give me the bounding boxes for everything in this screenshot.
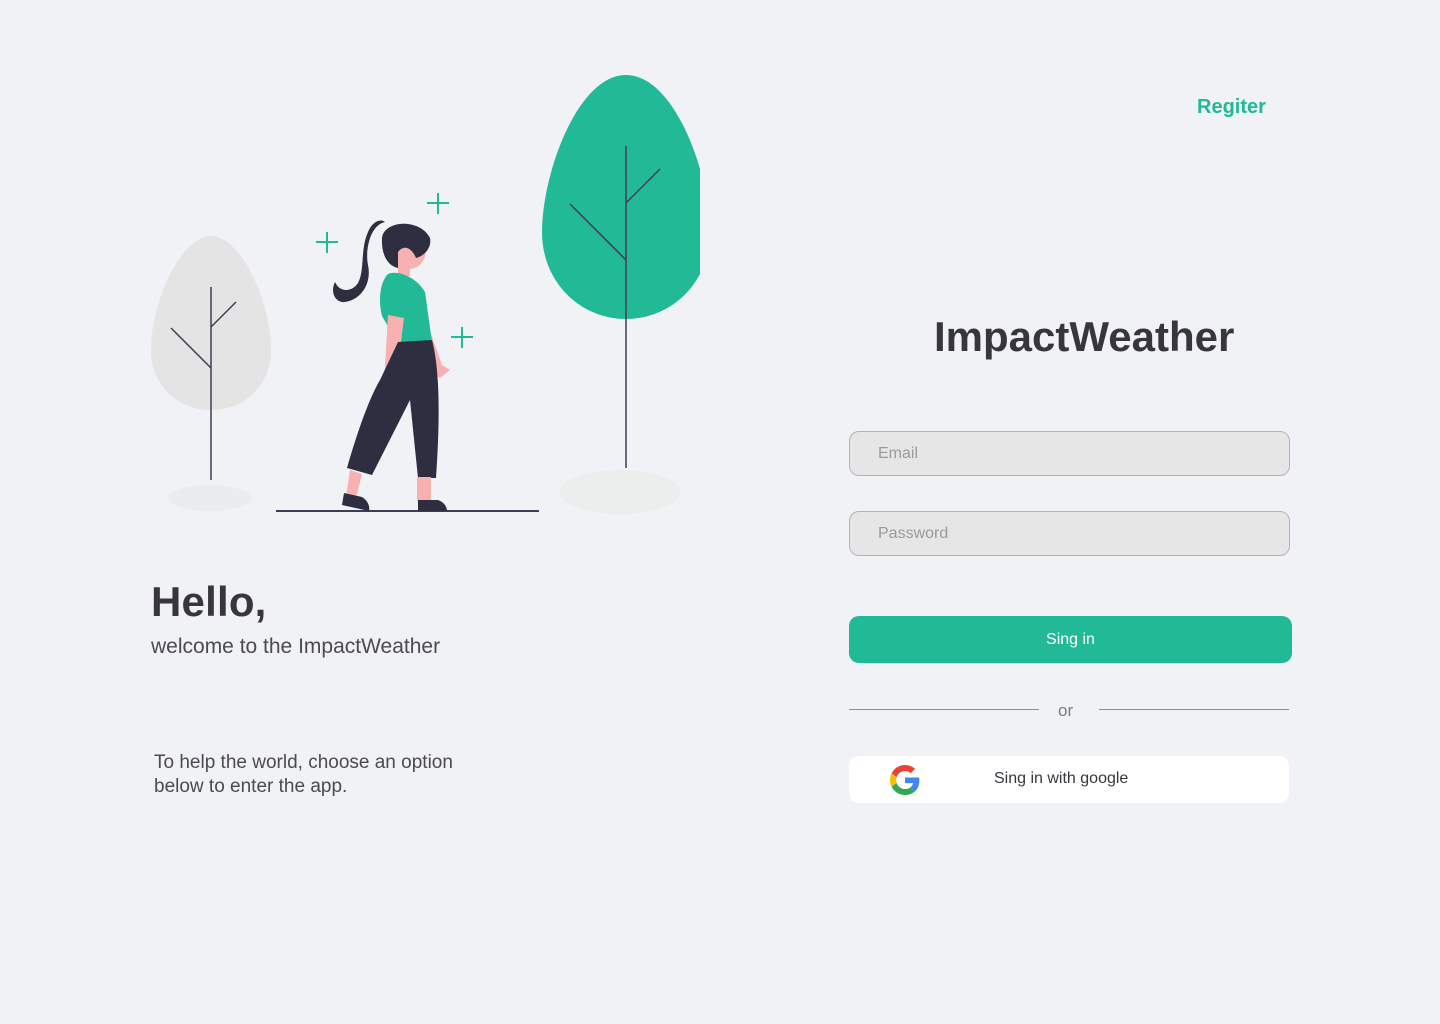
divider-or-label: or [1058,701,1074,720]
hello-heading: Hello, [151,578,267,625]
google-signin-button[interactable]: Sing in with google [849,756,1289,803]
email-field[interactable] [849,431,1290,476]
password-field[interactable] [849,511,1290,556]
divider-line-right [1099,709,1289,710]
woman-figure-icon [333,220,450,511]
register-link[interactable]: Regiter [1197,96,1266,119]
left-tree-shadow [168,485,252,511]
brand-title: ImpactWeather [934,313,1235,360]
google-signin-label: Sing in with google [994,770,1129,787]
welcome-subtitle: welcome to the ImpactWeather [151,635,441,658]
green-tree-icon [542,75,700,468]
google-g-icon [890,765,920,795]
grey-tree-icon [151,236,271,480]
help-text: To help the world, choose an option belo… [154,752,453,797]
signin-button[interactable]: Sing in [849,616,1292,663]
welcome-illustration [151,75,700,514]
right-tree-shadow [560,470,680,514]
divider-line-left [849,709,1039,710]
